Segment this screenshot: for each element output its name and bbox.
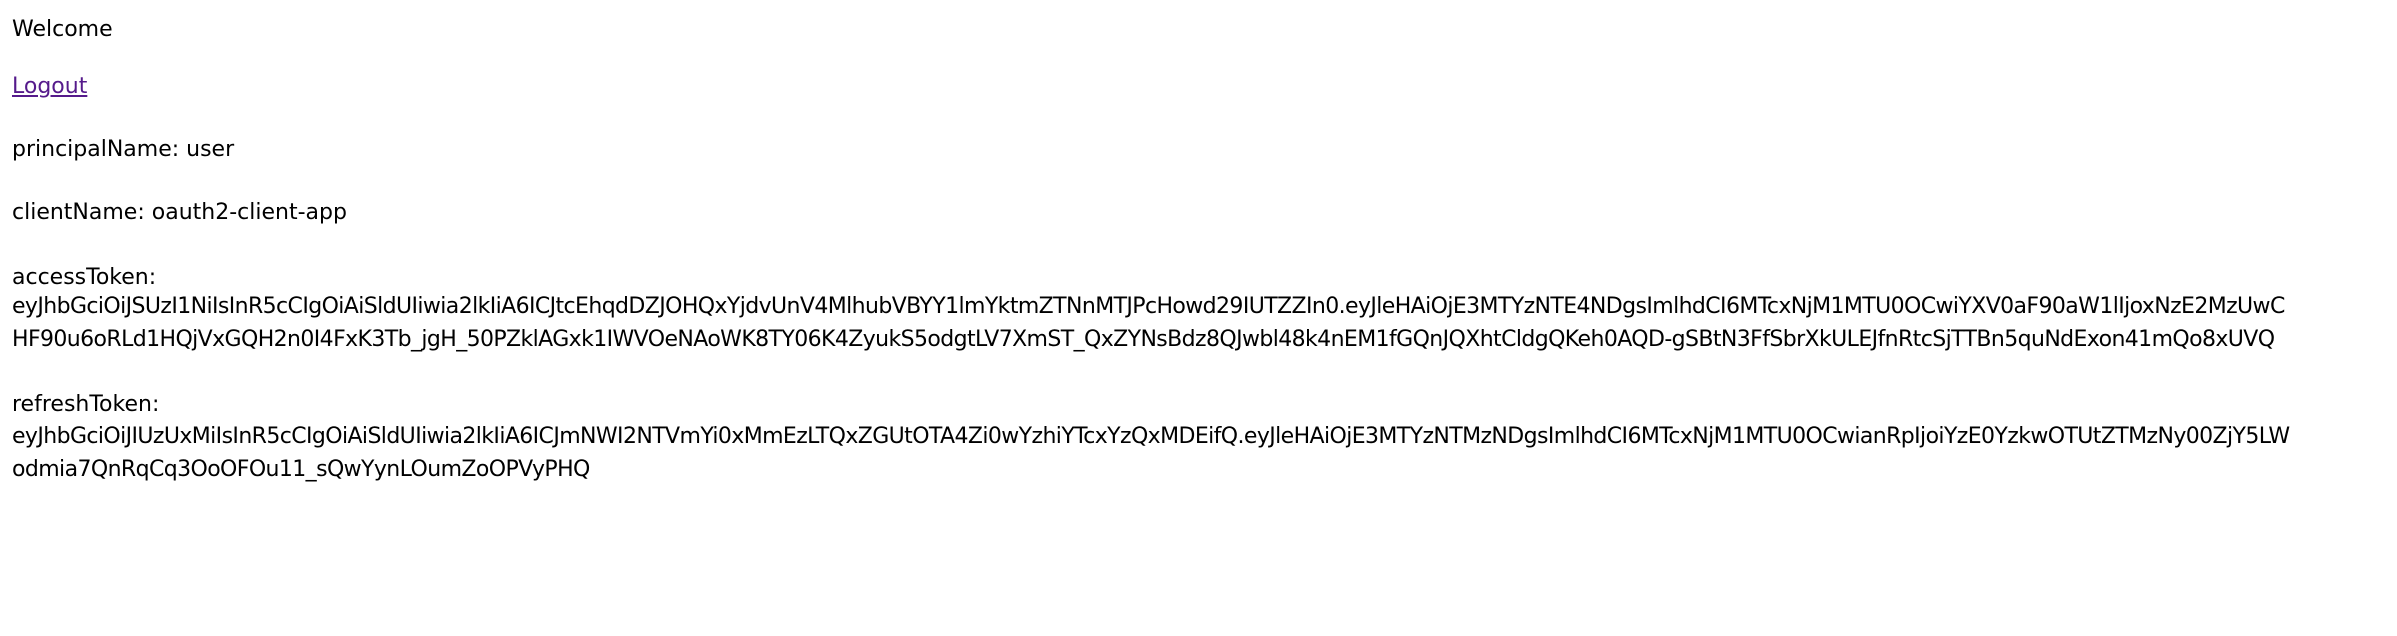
principal-name-label: principalName: (12, 137, 180, 162)
refresh-token-label: refreshToken: (12, 392, 160, 417)
principal-name-row: principalName: user (12, 132, 234, 168)
client-name-row: clientName: oauth2-client-app (12, 195, 347, 231)
refresh-token-value-line2: odmia7QnRqCq3OoOFOu11_sQwYynLOumZoOPVyPH… (12, 457, 590, 482)
refresh-token-value-line1: eyJhbGciOiJIUzUxMiIsInR5cCIgOiAiSldUIiwi… (12, 424, 2290, 449)
access-token-value-line2: HF90u6oRLd1HQjVxGQH2n0I4FxK3Tb_jgH_50PZk… (12, 327, 2275, 352)
client-name-value: oauth2-client-app (151, 200, 347, 225)
logout-link[interactable]: Logout (12, 69, 87, 105)
client-name-label: clientName: (12, 200, 145, 225)
principal-name-value: user (186, 137, 235, 162)
access-token-value-line1: eyJhbGciOiJSUzI1NiIsInR5cCIgOiAiSldUIiwi… (12, 294, 2285, 319)
welcome-text: Welcome (12, 17, 113, 42)
